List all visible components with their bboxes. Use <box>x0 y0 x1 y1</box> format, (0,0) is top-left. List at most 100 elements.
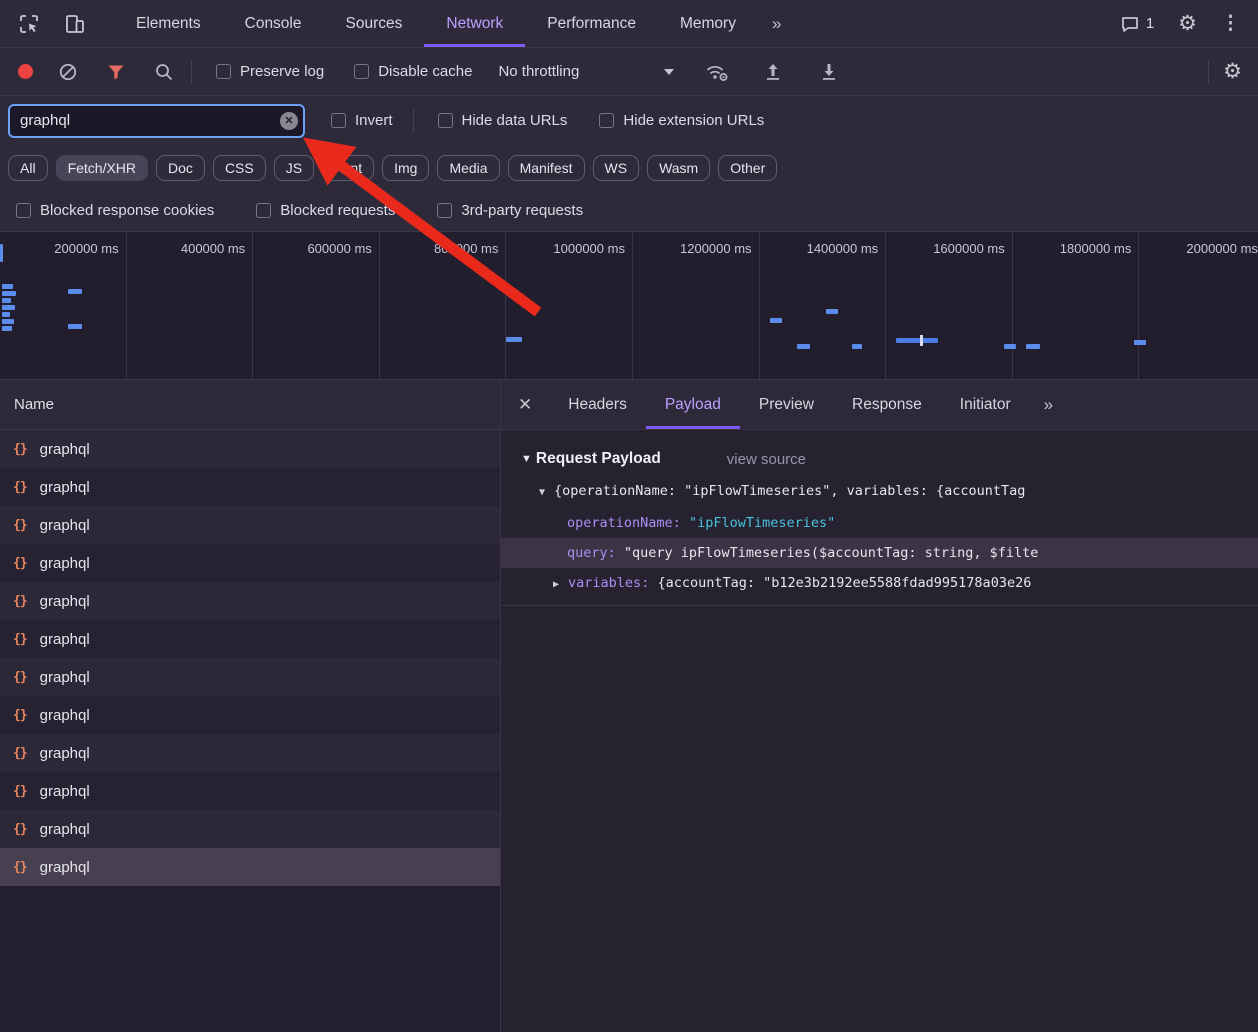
waterfall-bar[interactable] <box>2 298 11 303</box>
blocked-cookies-label: Blocked response cookies <box>40 202 214 219</box>
filter-input[interactable] <box>8 104 305 138</box>
more-tabs-icon[interactable]: » <box>758 14 793 34</box>
summary-text: {operationName: "ipFlowTimeseries", vari… <box>554 483 1025 499</box>
record-network-log-icon[interactable] <box>18 64 33 79</box>
waterfall-bar[interactable] <box>0 244 3 262</box>
settings-gear-icon[interactable]: ⚙ <box>1178 13 1197 34</box>
waterfall-bar[interactable] <box>2 291 16 296</box>
detail-tab-preview[interactable]: Preview <box>740 380 833 429</box>
hide-extension-urls-checkbox[interactable] <box>599 113 614 128</box>
filter-chip-img[interactable]: Img <box>382 155 429 181</box>
filter-chip-font[interactable]: Font <box>322 155 374 181</box>
payload-entry-query[interactable]: query"query ipFlowTimeseries($accountTag… <box>501 538 1258 568</box>
waterfall-bar[interactable] <box>896 338 938 343</box>
waterfall-bar[interactable] <box>68 289 82 294</box>
expanded-triangle-icon[interactable]: ▼ <box>539 487 545 498</box>
throttling-select[interactable]: No throttling <box>498 63 674 80</box>
blocked-requests-checkbox[interactable] <box>256 203 271 218</box>
filter-chip-media[interactable]: Media <box>437 155 499 181</box>
waterfall-bar[interactable] <box>2 284 13 289</box>
disable-cache-checkbox[interactable] <box>354 64 369 79</box>
tab-performance[interactable]: Performance <box>525 0 658 47</box>
detail-tab-response[interactable]: Response <box>833 380 941 429</box>
waterfall-bar[interactable] <box>506 337 522 342</box>
clear-network-log-icon[interactable] <box>55 59 81 85</box>
detail-tab-initiator[interactable]: Initiator <box>941 380 1030 429</box>
blocked-cookies-checkbox[interactable] <box>16 203 31 218</box>
request-row[interactable]: graphql <box>0 696 500 734</box>
tab-sources[interactable]: Sources <box>324 0 425 47</box>
view-source-link[interactable]: view source <box>727 451 806 468</box>
payload-entry-variables[interactable]: ▶variables{accountTag: "b12e3b2192ee5588… <box>501 568 1258 600</box>
request-row[interactable]: graphql <box>0 734 500 772</box>
network-overview-timeline[interactable]: 200000 ms 400000 ms 600000 ms 800000 ms … <box>0 232 1258 380</box>
request-row[interactable]: graphql <box>0 658 500 696</box>
network-toolbar-icons <box>0 59 177 85</box>
detail-tab-headers[interactable]: Headers <box>549 380 646 429</box>
waterfall-bar[interactable] <box>2 305 15 310</box>
import-har-icon[interactable] <box>760 59 786 85</box>
device-toolbar-icon[interactable] <box>62 11 88 37</box>
collapse-triangle-icon[interactable]: ▼ <box>521 453 532 465</box>
waterfall-bar[interactable] <box>1134 340 1146 345</box>
waterfall-bar[interactable] <box>797 344 810 349</box>
filter-chip-other[interactable]: Other <box>718 155 777 181</box>
clear-filter-icon[interactable]: ✕ <box>280 112 298 130</box>
waterfall-bar[interactable] <box>826 309 838 314</box>
waterfall-bar[interactable] <box>1004 344 1016 349</box>
invert-checkbox[interactable] <box>331 113 346 128</box>
request-row[interactable]: graphql <box>0 620 500 658</box>
tab-memory[interactable]: Memory <box>658 0 758 47</box>
filter-funnel-icon[interactable] <box>103 59 129 85</box>
filter-chip-js[interactable]: JS <box>274 155 314 181</box>
network-settings-gear-icon[interactable]: ⚙ <box>1223 61 1242 82</box>
tab-network[interactable]: Network <box>424 0 525 47</box>
waterfall-bar[interactable] <box>852 344 862 349</box>
kebab-menu-icon[interactable]: ⋮ <box>1221 12 1240 35</box>
request-row[interactable]: graphql <box>0 582 500 620</box>
request-row[interactable]: graphql <box>0 810 500 848</box>
request-row[interactable]: graphql <box>0 848 500 886</box>
more-detail-tabs-icon[interactable]: » <box>1030 395 1065 415</box>
collapsed-triangle-icon[interactable]: ▶ <box>553 579 559 590</box>
filter-chip-doc[interactable]: Doc <box>156 155 205 181</box>
export-har-icon[interactable] <box>816 59 842 85</box>
request-row[interactable]: graphql <box>0 772 500 810</box>
request-row[interactable]: graphql <box>0 506 500 544</box>
filter-chip-wasm[interactable]: Wasm <box>647 155 710 181</box>
waterfall-bar[interactable] <box>2 312 10 317</box>
payload-entry-operationName[interactable]: operationName"ipFlowTimeseries" <box>501 508 1258 538</box>
waterfall-bar[interactable] <box>770 318 782 323</box>
request-name: graphql <box>40 441 90 458</box>
request-name: graphql <box>40 631 90 648</box>
close-detail-icon[interactable]: ✕ <box>501 395 549 415</box>
entry-value: "query ipFlowTimeseries($accountTag: str… <box>624 545 1039 561</box>
hide-data-urls-checkbox[interactable] <box>438 113 453 128</box>
network-conditions-icon[interactable] <box>704 59 730 85</box>
name-column-header[interactable]: Name <box>0 380 500 430</box>
waterfall-bar[interactable] <box>2 326 12 331</box>
waterfall-bar[interactable] <box>68 324 82 329</box>
filter-chip-fetch-xhr[interactable]: Fetch/XHR <box>56 155 148 181</box>
inspect-element-icon[interactable] <box>16 11 42 37</box>
filter-chip-css[interactable]: CSS <box>213 155 266 181</box>
tabbar-right-controls: 1 ⚙ ⋮ <box>1120 12 1258 35</box>
tab-console[interactable]: Console <box>223 0 324 47</box>
issues-indicator[interactable]: 1 <box>1120 14 1154 34</box>
filter-chip-manifest[interactable]: Manifest <box>508 155 585 181</box>
request-row[interactable]: graphql <box>0 430 500 468</box>
waterfall-bar[interactable] <box>2 319 14 324</box>
disable-cache-group: Disable cache <box>354 63 472 80</box>
request-row[interactable]: graphql <box>0 468 500 506</box>
search-icon[interactable] <box>151 59 177 85</box>
tab-elements[interactable]: Elements <box>114 0 223 47</box>
waterfall-bar[interactable] <box>1026 344 1040 349</box>
third-party-checkbox[interactable] <box>437 203 452 218</box>
preserve-log-checkbox[interactable] <box>216 64 231 79</box>
request-row[interactable]: graphql <box>0 544 500 582</box>
payload-summary-line[interactable]: ▼ {operationName: "ipFlowTimeseries", var… <box>501 476 1258 508</box>
detail-tab-payload[interactable]: Payload <box>646 380 740 429</box>
filter-chip-all[interactable]: All <box>8 155 48 181</box>
filter-chip-ws[interactable]: WS <box>593 155 640 181</box>
preserve-log-group: Preserve log <box>216 63 324 80</box>
